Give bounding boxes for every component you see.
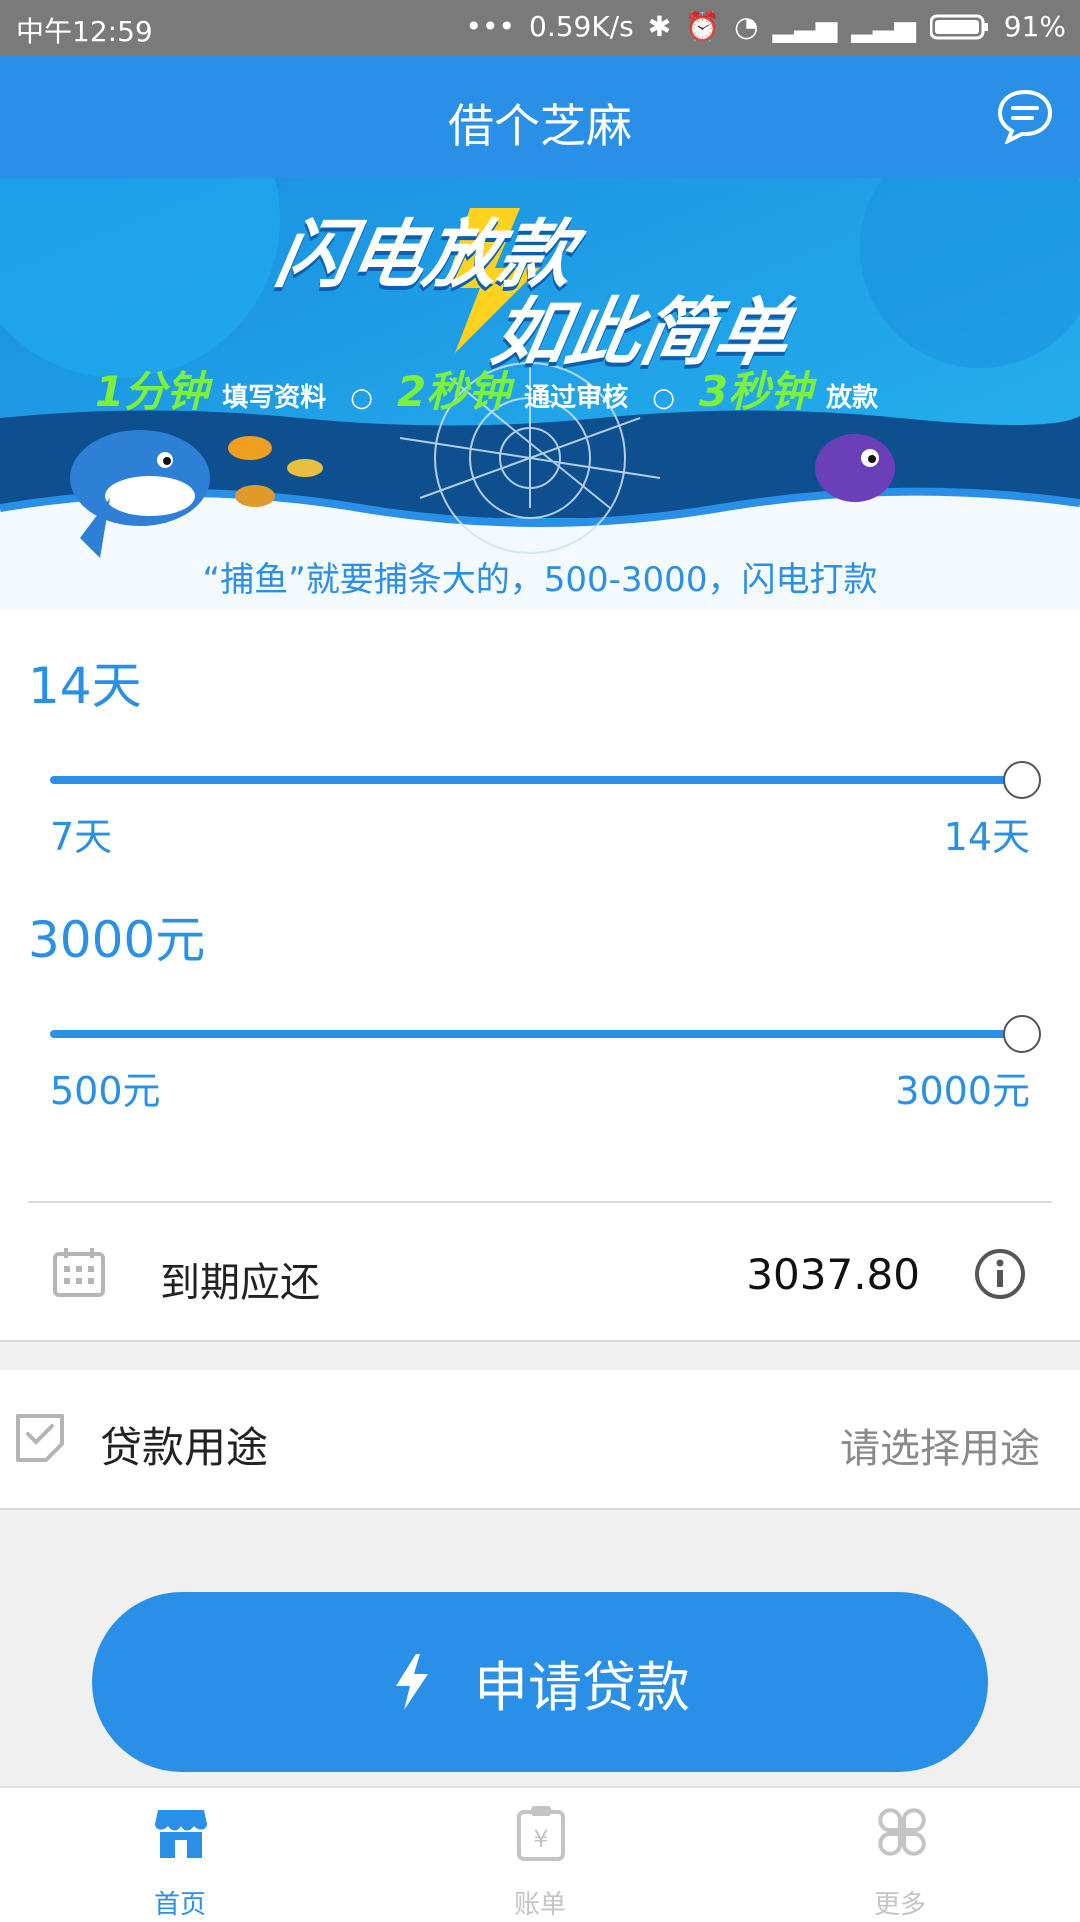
headline-line1: 闪电放款 xyxy=(269,212,581,298)
divider xyxy=(28,1201,1052,1203)
tab-more[interactable]: 更多 xyxy=(800,1788,1000,1922)
calendar-icon xyxy=(53,1248,105,1297)
bill-icon: ¥ xyxy=(517,1806,565,1861)
banner-tagline: “捕鱼”就要捕条大的，500-3000，闪电打款 xyxy=(202,560,878,600)
term-value: 14天 xyxy=(28,657,142,715)
promo-banner[interactable]: 闪电放款 如此简单 1分钟 填写资料 ○ 2秒钟 通过审核 ○ 3秒钟 放款 “… xyxy=(0,178,1080,610)
apply-loan-button[interactable]: 申请贷款 xyxy=(92,1592,988,1772)
svg-text:¥: ¥ xyxy=(533,1825,548,1853)
step3-text: 放款 xyxy=(826,383,879,413)
wifi-icon: ◔ xyxy=(734,10,759,43)
amount-min-label: 500元 xyxy=(50,1069,161,1113)
battery-percent: 91% xyxy=(1003,10,1066,43)
step3-num: 3秒钟 xyxy=(698,367,813,416)
info-icon[interactable] xyxy=(974,1248,1026,1300)
bottom-tab-bar: 首页 ¥ 账单 更多 xyxy=(0,1786,1080,1922)
step2-text: 通过审核 xyxy=(524,383,629,413)
loan-purpose-row[interactable]: 贷款用途 请选择用途 xyxy=(0,1370,1080,1510)
more-icon xyxy=(878,1808,926,1856)
battery-icon xyxy=(929,14,988,39)
network-speed: 0.59K/s xyxy=(529,10,634,43)
step1-text: 填写资料 xyxy=(222,383,327,413)
amount-max-label: 3000元 xyxy=(895,1069,1030,1113)
lightning-icon xyxy=(396,1654,428,1710)
chat-bubble-icon[interactable] xyxy=(996,88,1054,144)
alarm-icon: ⏰ xyxy=(685,10,721,43)
term-min-label: 7天 xyxy=(50,815,113,859)
signal-icon: ▂▃▅ xyxy=(772,10,838,43)
store-icon xyxy=(155,1810,207,1858)
step2-num: 2秒钟 xyxy=(396,367,511,416)
banner-headline: 闪电放款 如此简单 xyxy=(256,212,904,376)
purpose-label: 贷款用途 xyxy=(100,1423,269,1472)
status-time: 中午12:59 xyxy=(16,15,153,48)
tab-more-label: 更多 xyxy=(873,1890,926,1920)
repayment-amount: 3037.80 xyxy=(746,1250,920,1299)
bluetooth-icon: ✱ xyxy=(647,10,672,43)
amount-slider-thumb[interactable] xyxy=(1003,1015,1041,1053)
term-slider-thumb[interactable] xyxy=(1003,761,1041,799)
tab-home-label: 首页 xyxy=(153,1890,206,1920)
dots-icon: ••• xyxy=(465,10,516,43)
separator-1: ○ xyxy=(350,383,373,413)
term-slider-track[interactable] xyxy=(50,776,1022,784)
purple-fish-graphic xyxy=(815,434,895,502)
repayment-label: 到期应还 xyxy=(160,1260,320,1306)
separator-2: ○ xyxy=(652,383,675,413)
banner-steps: 1分钟 填写资料 ○ 2秒钟 通过审核 ○ 3秒钟 放款 xyxy=(95,358,1055,419)
purpose-select[interactable]: 请选择用途 xyxy=(840,1416,1040,1474)
loan-config-card xyxy=(0,610,1080,1340)
card-bottom-border xyxy=(0,1340,1080,1342)
step1-num: 1分钟 xyxy=(95,367,209,416)
tab-bill[interactable]: ¥ 账单 xyxy=(440,1788,640,1922)
amount-slider-track[interactable] xyxy=(50,1030,1022,1038)
signal-icon-2: ▂▃▅ xyxy=(851,10,916,43)
status-right: ••• 0.59K/s ✱ ⏰ ◔ ▂▃▅ ▂▃▅ 91% xyxy=(465,10,1066,43)
term-max-label: 14天 xyxy=(943,815,1030,859)
checklist-icon xyxy=(16,1414,64,1462)
amount-value: 3000元 xyxy=(28,911,206,969)
tab-home[interactable]: 首页 xyxy=(80,1788,280,1922)
status-bar: 中午12:59 ••• 0.59K/s ✱ ⏰ ◔ ▂▃▅ ▂▃▅ 91% xyxy=(0,0,1080,56)
page-title: 借个芝麻 xyxy=(448,99,632,153)
apply-loan-label: 申请贷款 xyxy=(474,1655,690,1719)
app-header: 借个芝麻 xyxy=(0,56,1080,178)
tab-bill-label: 账单 xyxy=(513,1890,566,1920)
